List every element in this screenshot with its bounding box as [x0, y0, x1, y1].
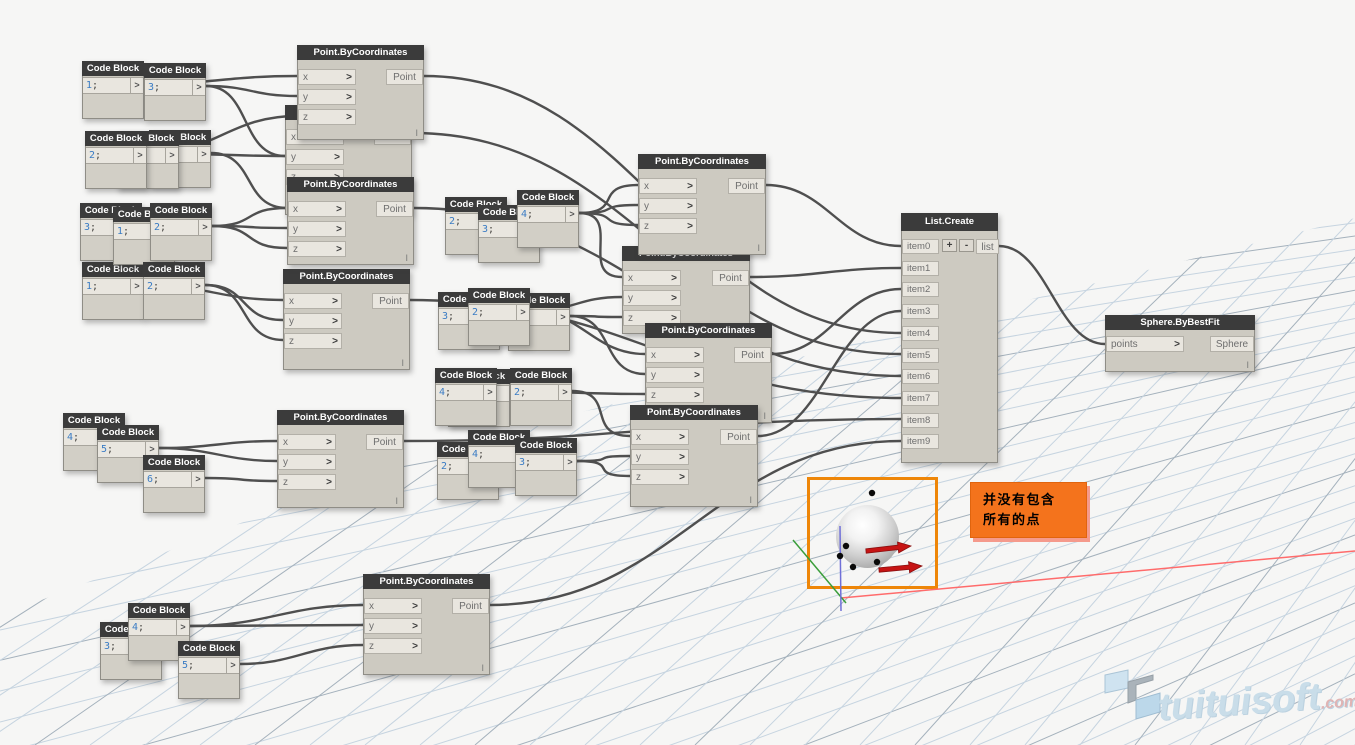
wire[interactable] [212, 208, 287, 226]
annotation-line2: 所有的点 [983, 510, 1086, 530]
annotation-line1: 并没有包含 [983, 490, 1086, 510]
dynamo-canvas: Code Block1;>Code Block3;>Code Block2;>C… [0, 0, 1355, 745]
wire[interactable] [490, 441, 901, 605]
wire[interactable] [212, 226, 287, 248]
wire[interactable] [530, 297, 622, 311]
wire[interactable] [404, 419, 901, 441]
wire[interactable] [205, 478, 277, 481]
wire[interactable] [766, 185, 901, 246]
annotation-note: 并没有包含 所有的点 [970, 482, 1087, 538]
wire[interactable] [999, 246, 1105, 344]
wire[interactable] [159, 448, 277, 461]
wire[interactable] [211, 153, 287, 208]
wire[interactable] [750, 268, 901, 277]
wire[interactable] [144, 285, 283, 300]
wire[interactable] [206, 86, 285, 156]
wire[interactable] [159, 441, 277, 448]
wire[interactable] [144, 76, 297, 84]
wire[interactable] [772, 289, 901, 354]
wire[interactable] [190, 625, 363, 626]
wire[interactable] [497, 391, 645, 394]
wire[interactable] [530, 311, 645, 354]
wire[interactable] [190, 605, 363, 626]
wire[interactable] [572, 391, 630, 436]
wire[interactable] [758, 311, 901, 436]
wire[interactable] [147, 116, 297, 154]
wire[interactable] [577, 461, 630, 476]
wire[interactable] [179, 154, 285, 156]
wire[interactable] [240, 645, 363, 664]
wire[interactable] [410, 300, 901, 398]
wires-layer [0, 0, 1355, 745]
